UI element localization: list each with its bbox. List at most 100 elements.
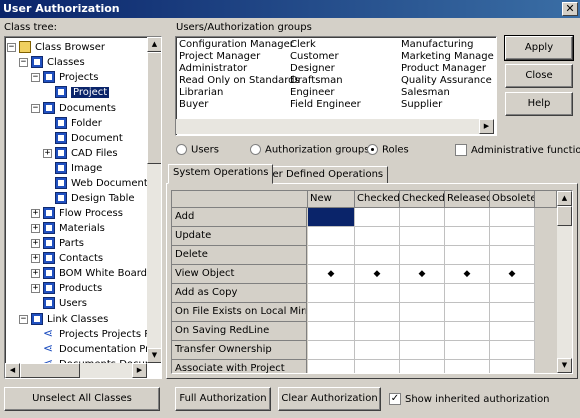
grid-cell[interactable]: [308, 322, 355, 341]
full-authorization-button[interactable]: Full Authorization: [175, 387, 271, 411]
grid-cell[interactable]: [355, 360, 400, 373]
grid-cell[interactable]: [490, 227, 535, 246]
tree-item[interactable]: − Projects: [31, 70, 98, 85]
groups-horizontal-scrollbar[interactable]: ▶: [176, 119, 494, 134]
grid-cell[interactable]: [355, 227, 400, 246]
tree-item[interactable]: Documentation Proj: [43, 342, 148, 357]
help-button[interactable]: Help: [505, 92, 573, 116]
tree-item[interactable]: Projects Projects Re: [43, 327, 148, 342]
grid-row-header[interactable]: Add: [172, 208, 307, 227]
radio-users[interactable]: Users: [176, 144, 219, 156]
collapse-icon[interactable]: −: [31, 103, 40, 113]
grid-vertical-scrollbar[interactable]: ▲ ▼: [557, 191, 572, 373]
group-item[interactable]: Manufacturing: [401, 39, 473, 50]
tree-item[interactable]: Users: [43, 296, 87, 311]
grid-cell[interactable]: [355, 284, 400, 303]
tree-item[interactable]: Document: [55, 131, 123, 146]
tree-item[interactable]: Project: [55, 85, 110, 100]
tree-item[interactable]: + BOM White Board: [31, 266, 147, 281]
radio-auth-groups-indicator[interactable]: [250, 144, 261, 155]
grid-column-header[interactable]: New: [308, 191, 355, 208]
grid-cell[interactable]: ◆: [400, 265, 445, 284]
expand-icon[interactable]: +: [31, 223, 40, 233]
grid-cell[interactable]: [490, 322, 535, 341]
grid-cell[interactable]: [400, 322, 445, 341]
expand-icon[interactable]: +: [31, 208, 40, 218]
group-item[interactable]: Project Manager: [179, 51, 260, 62]
grid-cell[interactable]: [490, 303, 535, 322]
grid-cell[interactable]: [308, 303, 355, 322]
group-item[interactable]: Administrator: [179, 63, 247, 74]
grid-cell[interactable]: [308, 246, 355, 265]
clear-authorization-button[interactable]: Clear Authorization: [278, 387, 381, 411]
group-item[interactable]: Librarian: [179, 87, 223, 98]
radio-users-indicator[interactable]: [176, 144, 187, 155]
tree-item[interactable]: − Link Classes: [19, 312, 108, 327]
expand-icon[interactable]: +: [43, 148, 52, 158]
grid-cell[interactable]: ◆: [355, 265, 400, 284]
scroll-right-icon[interactable]: ▶: [479, 119, 494, 134]
tree-item[interactable]: − Classes: [19, 55, 85, 70]
grid-row-header[interactable]: Associate with Project: [172, 360, 307, 373]
group-item[interactable]: Clerk: [290, 39, 316, 50]
grid-cell[interactable]: [400, 341, 445, 360]
collapse-icon[interactable]: −: [19, 314, 28, 324]
group-item[interactable]: Draftsman: [290, 75, 343, 86]
show-inherited-checkbox[interactable]: ✓ Show inherited authorization: [389, 393, 550, 405]
tree-item[interactable]: + Parts: [31, 236, 84, 251]
radio-roles-indicator[interactable]: [367, 144, 378, 155]
unselect-all-classes-button[interactable]: Unselect All Classes: [4, 387, 160, 411]
tab-user-defined-operations[interactable]: User Defined Operations: [255, 166, 389, 184]
scroll-up-icon[interactable]: ▲: [557, 191, 572, 206]
grid-cell[interactable]: [355, 341, 400, 360]
tree-item[interactable]: + Contacts: [31, 251, 103, 266]
grid-cell[interactable]: [308, 227, 355, 246]
group-item[interactable]: Configuration Manager: [179, 39, 294, 50]
grid-cell[interactable]: [355, 303, 400, 322]
grid-cell[interactable]: [355, 246, 400, 265]
grid-row-header[interactable]: Add as Copy: [172, 284, 307, 303]
grid-cell[interactable]: [490, 360, 535, 373]
tree-item[interactable]: − Documents: [31, 101, 116, 116]
grid-column-header[interactable]: Checked I: [355, 191, 400, 208]
grid-cell[interactable]: ◆: [308, 265, 355, 284]
grid-cell[interactable]: [400, 284, 445, 303]
grid-cell[interactable]: [355, 322, 400, 341]
tree-vertical-scrollbar[interactable]: ▲ ▼: [147, 37, 161, 363]
grid-cell[interactable]: [400, 246, 445, 265]
grid-cell[interactable]: [308, 284, 355, 303]
grid-cell[interactable]: [308, 341, 355, 360]
collapse-icon[interactable]: −: [19, 57, 28, 67]
grid-cell[interactable]: [490, 284, 535, 303]
tree-item[interactable]: + Flow Process: [31, 206, 123, 221]
grid-cell[interactable]: [355, 208, 400, 227]
group-item[interactable]: Product Manager: [401, 63, 486, 74]
grid-cell[interactable]: [400, 208, 445, 227]
collapse-icon[interactable]: −: [31, 72, 40, 82]
show-inherited-box[interactable]: ✓: [389, 393, 401, 405]
expand-icon[interactable]: +: [31, 283, 40, 293]
grid-cell[interactable]: [400, 303, 445, 322]
tab-system-operations[interactable]: System Operations: [168, 164, 274, 184]
class-tree[interactable]: − Class Browser − Classes − Projects Project − D…: [4, 36, 162, 379]
admin-functions-box[interactable]: [455, 144, 467, 156]
scroll-down-icon[interactable]: ▼: [557, 358, 572, 373]
grid-cell[interactable]: [490, 341, 535, 360]
collapse-icon[interactable]: −: [7, 42, 16, 52]
grid-cell[interactable]: [445, 341, 490, 360]
grid-cell[interactable]: [490, 246, 535, 265]
grid-cell[interactable]: [400, 360, 445, 373]
tree-item[interactable]: Design Table: [55, 191, 135, 206]
grid-cell[interactable]: [445, 227, 490, 246]
grid-cell[interactable]: [308, 360, 355, 373]
grid-column-header[interactable]: Released: [445, 191, 490, 208]
grid-row-header[interactable]: On File Exists on Local Mirror: [172, 303, 307, 322]
group-item[interactable]: Engineer: [290, 87, 335, 98]
groups-list[interactable]: Configuration Manager Project Manager Admi…: [175, 36, 497, 136]
grid-row-header[interactable]: Transfer Ownership: [172, 341, 307, 360]
group-item[interactable]: Supplier: [401, 99, 442, 110]
group-item[interactable]: Designer: [290, 63, 335, 74]
expand-icon[interactable]: +: [31, 253, 40, 263]
grid-cell[interactable]: [445, 284, 490, 303]
scroll-right-icon[interactable]: ▶: [132, 363, 147, 378]
